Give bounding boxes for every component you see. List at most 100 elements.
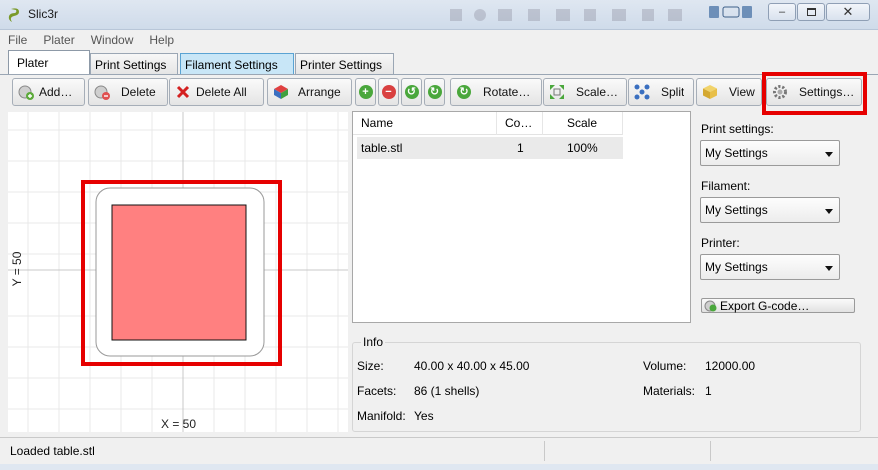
chevron-down-icon <box>825 209 833 214</box>
tab-plater[interactable]: Plater <box>8 50 90 75</box>
column-header-copies[interactable]: Co… <box>497 112 543 135</box>
volume-label: Volume: <box>643 359 687 373</box>
cell-copies: 1 <box>517 141 524 155</box>
delete-object-icon <box>93 83 111 101</box>
split-button[interactable]: Split <box>628 78 694 106</box>
volume-value: 12000.00 <box>705 359 756 373</box>
object-list[interactable]: Name Co… Scale table.stl 1 100% <box>352 111 691 323</box>
window-bottom-edge <box>0 464 878 470</box>
object-list-header: Name Co… Scale <box>353 112 623 135</box>
maximize-icon <box>806 8 816 16</box>
facets-value: 86 (1 shells) <box>414 384 480 398</box>
rotate-right-button[interactable]: ↻ <box>424 78 445 106</box>
split-icon <box>633 83 651 101</box>
delete-all-button[interactable]: Delete All <box>169 78 264 106</box>
printer-label: Printer: <box>701 236 740 250</box>
arrange-label: Arrange <box>298 85 341 99</box>
tab-printer-settings[interactable]: Printer Settings <box>295 53 394 75</box>
export-gcode-label: Export G-code… <box>720 298 810 313</box>
y-axis-label: Y = 50 <box>10 251 24 287</box>
filament-value: My Settings <box>705 203 768 217</box>
rotate-button[interactable]: ↻ Rotate… <box>450 78 542 106</box>
print-settings-select[interactable]: My Settings <box>700 140 840 166</box>
menu-bar: File Plater Window Help <box>0 30 878 50</box>
status-separator <box>544 441 545 461</box>
tab-label: Print Settings <box>95 57 167 72</box>
close-icon: ✕ <box>842 4 854 19</box>
cross-icon <box>174 83 192 101</box>
highlight-box-object <box>81 180 282 366</box>
materials-label: Materials: <box>643 384 696 398</box>
tab-label: Plater <box>17 56 49 70</box>
view-button[interactable]: View <box>696 78 762 106</box>
rotate-icon: ↻ <box>455 83 473 101</box>
manifold-value: Yes <box>414 409 434 423</box>
delete-all-label: Delete All <box>196 85 247 99</box>
export-gcode-button[interactable]: Export G-code… <box>701 298 855 313</box>
window-title: Slic3r <box>28 7 59 21</box>
tab-print-settings[interactable]: Print Settings <box>90 53 178 75</box>
menu-file[interactable]: File <box>8 33 27 47</box>
minimize-icon: – <box>778 6 786 18</box>
add-object-icon <box>17 83 35 101</box>
increase-copies-button[interactable]: + <box>355 78 376 106</box>
arrange-button[interactable]: Arrange <box>267 78 352 106</box>
export-icon <box>704 300 717 312</box>
maximize-button[interactable] <box>797 3 825 21</box>
rotate-label: Rotate… <box>483 85 531 99</box>
status-bar: Loaded table.stl <box>0 437 878 464</box>
tab-filament-settings[interactable]: Filament Settings <box>180 53 294 75</box>
system-tray-icons <box>709 6 752 18</box>
status-separator <box>710 441 711 461</box>
menu-plater[interactable]: Plater <box>43 33 74 47</box>
plater-panel: Add… Delete Delete All Arrange + − ↺ ↻ ↻… <box>6 72 872 435</box>
delete-button[interactable]: Delete <box>88 78 168 106</box>
facets-label: Facets: <box>357 384 397 398</box>
rotate-left-button[interactable]: ↺ <box>401 78 422 106</box>
table-row[interactable]: table.stl 1 100% <box>357 137 623 159</box>
chevron-down-icon <box>825 266 833 271</box>
printer-value: My Settings <box>705 260 768 274</box>
print-settings-value: My Settings <box>705 146 768 160</box>
size-value: 40.00 x 40.00 x 45.00 <box>414 359 530 373</box>
decrease-copies-button[interactable]: − <box>378 78 399 106</box>
main-tabs: Plater Print Settings Filament Settings … <box>0 50 878 75</box>
x-axis-label: X = 50 <box>161 417 197 431</box>
view-label: View <box>729 85 755 99</box>
minus-icon: − <box>381 85 396 99</box>
arrange-icon <box>272 83 290 101</box>
cell-scale: 100% <box>567 141 598 155</box>
menu-help[interactable]: Help <box>149 33 174 47</box>
scale-arrows-icon <box>548 83 566 101</box>
tab-label: Printer Settings <box>300 57 383 72</box>
materials-value: 1 <box>705 384 712 398</box>
manifold-label: Manifold: <box>357 409 406 423</box>
view-box-icon <box>701 83 719 101</box>
filament-label: Filament: <box>701 179 751 193</box>
plus-icon: + <box>358 85 373 99</box>
column-header-scale[interactable]: Scale <box>543 112 623 135</box>
scale-label: Scale… <box>576 85 619 99</box>
menu-window[interactable]: Window <box>91 33 134 47</box>
taskbar-preview-icons <box>450 9 682 21</box>
highlight-box-settings <box>762 72 867 115</box>
rotate-cw-icon: ↻ <box>427 85 442 99</box>
add-label: Add… <box>39 85 73 99</box>
plater-toolbar: Add… Delete Delete All Arrange + − ↺ ↻ ↻… <box>6 75 872 109</box>
size-label: Size: <box>357 359 384 373</box>
print-settings-label: Print settings: <box>701 122 774 136</box>
info-title: Info <box>361 335 386 349</box>
column-header-name[interactable]: Name <box>353 112 497 135</box>
minimize-button[interactable]: – <box>768 3 796 21</box>
add-button[interactable]: Add… <box>12 78 85 106</box>
printer-select[interactable]: My Settings <box>700 254 840 280</box>
tab-label: Filament Settings <box>185 57 278 72</box>
slic3r-logo-icon <box>8 8 19 22</box>
delete-label: Delete <box>121 85 156 99</box>
status-text: Loaded table.stl <box>10 444 95 458</box>
title-bar: Slic3r – ✕ <box>0 0 878 30</box>
rotate-ccw-icon: ↺ <box>404 85 419 99</box>
scale-button[interactable]: Scale… <box>543 78 627 106</box>
filament-select[interactable]: My Settings <box>700 197 840 223</box>
close-window-button[interactable]: ✕ <box>826 3 870 21</box>
